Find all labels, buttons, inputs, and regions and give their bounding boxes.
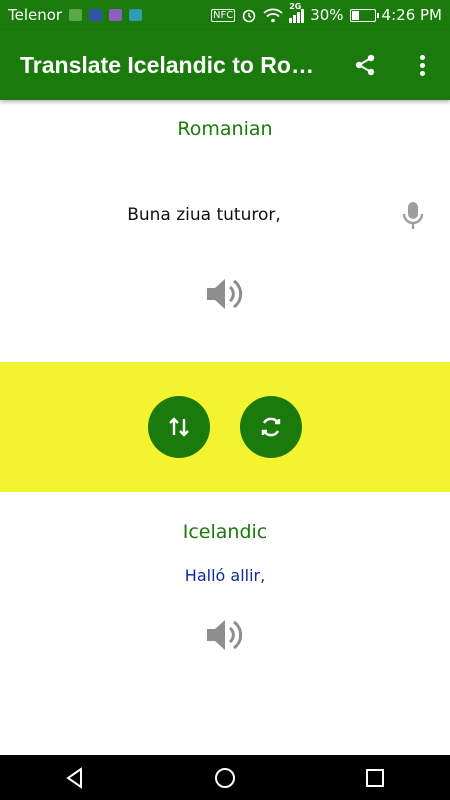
clock: 4:26 PM: [381, 6, 442, 24]
speaker-icon: [207, 620, 243, 650]
battery-icon: [349, 8, 379, 22]
swap-languages-icon: [169, 417, 189, 437]
refresh-icon: [261, 417, 281, 437]
more-vert-icon: [419, 54, 425, 60]
source-language-label[interactable]: Romanian: [0, 118, 450, 140]
share-icon: [355, 54, 375, 76]
signal-icon: 2G: [289, 2, 305, 23]
source-speak-button[interactable]: [204, 276, 246, 312]
system-nav-bar: [0, 755, 450, 800]
back-icon[interactable]: [63, 766, 87, 790]
overflow-menu-button[interactable]: [410, 50, 434, 80]
controls-band: [0, 362, 450, 492]
target-speak-button[interactable]: [204, 617, 246, 653]
recents-icon[interactable]: [363, 766, 387, 790]
home-icon[interactable]: [213, 766, 237, 790]
nfc-icon: NFC: [210, 8, 236, 22]
battery-percent: 30%: [310, 6, 344, 24]
gallery-icon: [109, 9, 123, 21]
screen-icon: [129, 9, 143, 21]
target-language-label[interactable]: Icelandic: [0, 521, 450, 543]
speaker-icon: [207, 279, 243, 309]
page-title: Translate Icelandic to Romanian: [20, 51, 320, 78]
microphone-icon: [402, 202, 424, 229]
wifi-icon: [263, 8, 283, 23]
microphone-button[interactable]: [400, 200, 426, 232]
network-type: 2G: [289, 2, 302, 11]
refresh-button[interactable]: [240, 396, 302, 458]
app-icon: [89, 9, 103, 21]
swap-languages-button[interactable]: [148, 396, 210, 458]
carrier-name: Telenor: [8, 6, 63, 24]
translated-text: Halló allir,: [184, 566, 266, 585]
broom-icon: [69, 9, 83, 21]
app-bar: Translate Icelandic to Romanian: [0, 30, 450, 100]
share-button[interactable]: [350, 50, 380, 80]
alarm-icon: [242, 9, 256, 23]
source-text[interactable]: Buna ziua tuturor,: [0, 205, 408, 225]
status-bar: Telenor NFC 2G 30% 4:26 PM: [0, 0, 450, 30]
